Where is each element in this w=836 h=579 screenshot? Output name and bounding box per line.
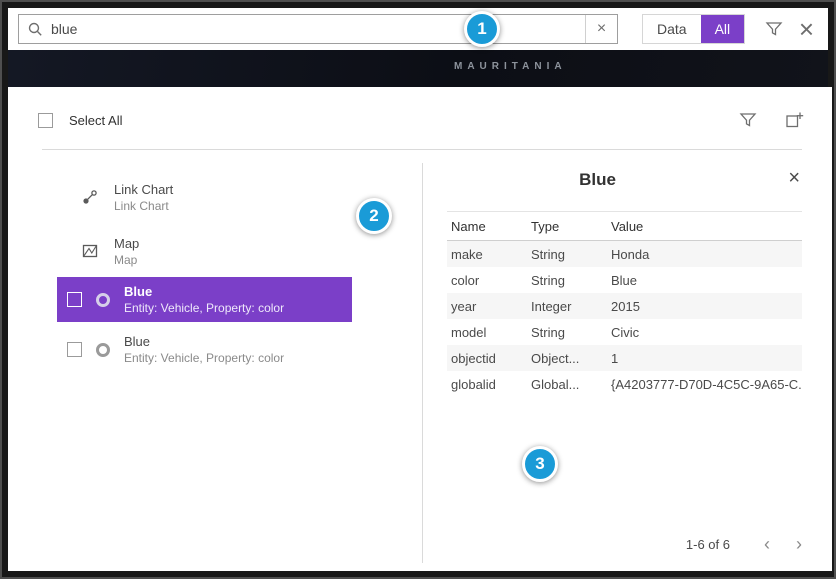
select-all-label: Select All [69,113,122,128]
result-title: Blue [124,334,284,349]
table-row: make String Honda [447,241,802,267]
result-title: Blue [124,284,284,299]
column-header: Type [531,219,611,234]
result-subtitle: Map [114,253,139,267]
result-subtitle: Entity: Vehicle, Property: color [124,301,284,315]
cell-name: year [451,299,531,314]
table-header: Name Type Value [447,211,802,241]
table-row: model String Civic [447,319,802,345]
cell-value: Honda [611,247,802,262]
properties-table: Name Type Value make String Honda color … [447,211,802,397]
map-country-label: MAURITANIA [454,61,567,72]
annotation-badge-3: 3 [522,446,558,482]
search-results-panel: Select All [8,87,832,571]
annotation-badge-2: 2 [356,198,392,234]
data-toggle-button[interactable]: Data [643,15,701,43]
next-page-icon[interactable]: › [796,535,802,553]
entity-icon [96,343,110,357]
table-row: globalid Global... {A4203777-D70D-4C5C-9… [447,371,802,397]
search-bar: × Data All × [8,8,828,50]
cell-value: {A4203777-D70D-4C5C-9A65-C... [611,377,802,392]
result-subtitle: Link Chart [114,199,173,213]
cell-name: make [451,247,531,262]
column-header: Name [451,219,531,234]
table-row: color String Blue [447,267,802,293]
result-item-link-chart[interactable]: Link Chart Link Chart [78,175,173,219]
result-title: Link Chart [114,182,173,197]
all-toggle-button[interactable]: All [701,15,745,43]
cell-type: Integer [531,299,611,314]
pagination-label: 1-6 of 6 [686,537,730,552]
detail-panel: Blue × Name Type Value make String Honda… [423,163,832,571]
select-all-row: Select All [38,113,122,128]
cell-value: 1 [611,351,802,366]
cell-value: 2015 [611,299,802,314]
search-scope-toggle: Data All [642,14,745,44]
result-subtitle: Entity: Vehicle, Property: color [124,351,284,365]
close-detail-button[interactable]: × [788,167,800,190]
close-search-button[interactable]: × [795,16,818,42]
cell-type: String [531,247,611,262]
column-header: Value [611,219,802,234]
app-window: × Data All × MAURITANIA Select All [0,0,836,579]
detail-title: Blue [423,170,772,190]
entity-icon [96,293,110,307]
result-title: Map [114,236,139,251]
cell-name: globalid [451,377,531,392]
result-checkbox[interactable] [67,292,82,307]
link-chart-icon [78,188,102,206]
table-row: year Integer 2015 [447,293,802,319]
search-box[interactable]: × [18,14,618,44]
pagination: 1-6 of 6 ‹ › [686,535,802,553]
prev-page-icon[interactable]: ‹ [764,535,770,553]
add-results-icon[interactable] [785,111,804,129]
clear-search-button[interactable]: × [585,15,617,43]
cell-name: objectid [451,351,531,366]
result-item-map[interactable]: Map Map [78,229,139,273]
filter-results-icon[interactable] [739,111,757,129]
result-item-blue[interactable]: Blue Entity: Vehicle, Property: color [57,327,352,372]
cell-type: Object... [531,351,611,366]
panel-actions [739,111,804,129]
search-icon [19,21,51,37]
cell-value: Civic [611,325,802,340]
cell-name: model [451,325,531,340]
select-all-checkbox[interactable] [38,113,53,128]
annotation-badge-1: 1 [464,11,500,47]
cell-type: Global... [531,377,611,392]
map-icon [78,242,102,260]
cell-value: Blue [611,273,802,288]
cell-type: String [531,273,611,288]
table-row: objectid Object... 1 [447,345,802,371]
cell-type: String [531,325,611,340]
divider [42,149,802,150]
cell-name: color [451,273,531,288]
result-checkbox[interactable] [67,342,82,357]
filter-icon[interactable] [765,20,783,38]
result-item-blue-selected[interactable]: Blue Entity: Vehicle, Property: color [57,277,352,322]
search-input[interactable] [51,21,585,37]
map-background: MAURITANIA [8,50,828,87]
